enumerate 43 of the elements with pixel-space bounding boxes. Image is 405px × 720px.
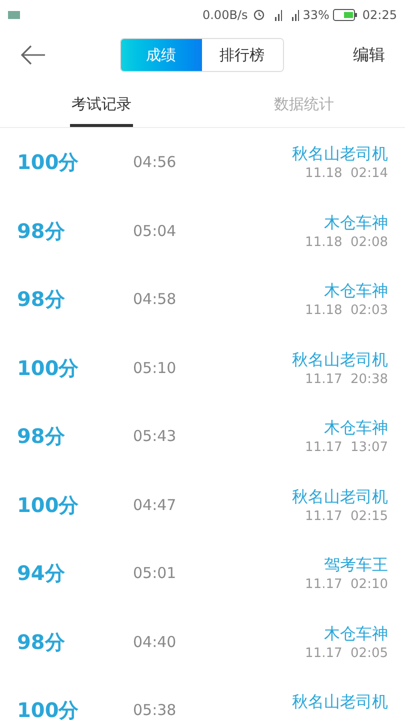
duration: 04:56 — [133, 152, 176, 173]
duration: 04:47 — [133, 494, 176, 516]
score: 98分 — [17, 423, 66, 450]
score: 100分 — [17, 697, 80, 720]
duration: 05:43 — [133, 426, 176, 447]
back-arrow-icon — [20, 45, 46, 65]
duration: 04:58 — [133, 289, 176, 310]
duration: 05:04 — [133, 220, 176, 242]
date: 11.17 20:38 — [305, 370, 388, 389]
date: 11.18 02:14 — [305, 165, 388, 184]
title: 秋名山老司机 — [292, 143, 388, 166]
score: 94分 — [17, 560, 66, 588]
title: 秋名山老司机 — [292, 348, 388, 371]
title: 木仓车神 — [324, 212, 388, 234]
battery-icon — [333, 9, 358, 21]
title: 驾考车王 — [324, 554, 388, 576]
score: 98分 — [17, 628, 66, 656]
date: 11.18 02:08 — [305, 234, 388, 252]
duration: 04:40 — [133, 632, 176, 652]
score: 98分 — [17, 286, 66, 314]
clock: 02:25 — [362, 7, 397, 24]
network-speed: 0.00B/s — [202, 7, 248, 24]
date: 11.17 13:07 — [305, 439, 388, 458]
score: 100分 — [17, 354, 80, 382]
title: 木仓车神 — [324, 280, 388, 302]
edit-button[interactable]: 编辑 — [353, 43, 385, 67]
date: 11.17 02:05 — [305, 644, 388, 663]
title: 秋名山老司机 — [292, 691, 388, 714]
date: 11.17 02:10 — [305, 576, 388, 594]
date: 11.17 02:15 — [305, 508, 388, 526]
duration: 05:10 — [133, 358, 176, 378]
title: 木仓车神 — [324, 622, 388, 645]
score: 100分 — [17, 492, 80, 519]
title: 木仓车神 — [324, 417, 388, 440]
duration: 05:01 — [133, 563, 176, 584]
battery-percent: 33% — [302, 7, 330, 24]
title: 秋名山老司机 — [292, 486, 388, 508]
tab[interactable]: 考试记录 — [70, 80, 132, 127]
score: 98分 — [17, 218, 66, 245]
score: 100分 — [17, 149, 80, 176]
duration: 05:38 — [133, 700, 176, 720]
alarm-icon — [252, 9, 265, 21]
date: 11.18 02:03 — [305, 302, 388, 320]
